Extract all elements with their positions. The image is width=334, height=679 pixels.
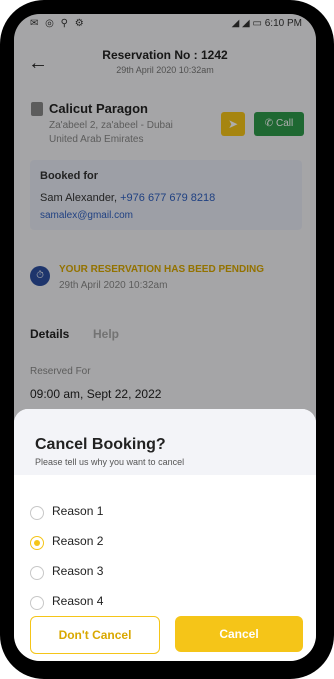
reason-option-2[interactable]: Reason 2: [30, 534, 150, 554]
reason-label: Reason 2: [52, 534, 104, 548]
sheet-header: Cancel Booking? Please tell us why you w…: [14, 409, 316, 475]
radio-button[interactable]: [30, 566, 44, 580]
radio-button[interactable]: [30, 596, 44, 610]
sheet-subtitle: Please tell us why you want to cancel: [35, 457, 185, 467]
phone-frame: ✉ ◎ ⚲ ⚙ ◢ ◢ ▭ 6:10 PM ← Reservation No :…: [0, 0, 334, 679]
dont-cancel-button[interactable]: Don't Cancel: [30, 616, 160, 654]
screen: ✉ ◎ ⚲ ⚙ ◢ ◢ ▭ 6:10 PM ← Reservation No :…: [14, 14, 316, 661]
radio-button-selected[interactable]: [30, 536, 44, 550]
cancel-booking-sheet: Cancel Booking? Please tell us why you w…: [14, 409, 316, 661]
sheet-title: Cancel Booking?: [35, 436, 166, 453]
confirm-cancel-button[interactable]: Cancel: [175, 616, 303, 652]
reason-option-1[interactable]: Reason 1: [30, 504, 150, 524]
reason-option-4[interactable]: Reason 4: [30, 594, 150, 614]
reason-label: Reason 3: [52, 564, 104, 578]
reason-label: Reason 1: [52, 504, 104, 518]
radio-button[interactable]: [30, 506, 44, 520]
reason-option-3[interactable]: Reason 3: [30, 564, 150, 584]
reason-label: Reason 4: [52, 594, 104, 608]
